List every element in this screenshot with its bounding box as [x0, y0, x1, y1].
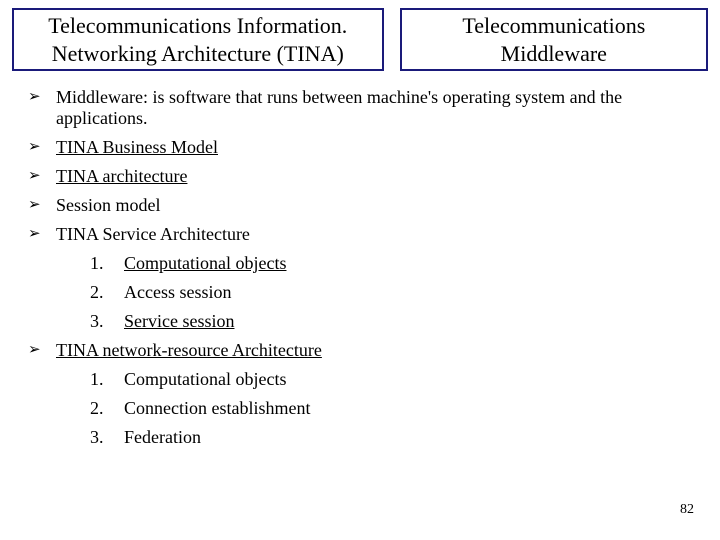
bullet-text: TINA Business Model	[56, 137, 692, 158]
bullet-item: ➢ TINA Service Architecture	[28, 224, 692, 245]
header-row: Telecommunications Information. Networki…	[0, 0, 720, 71]
bullet-text: TINA Service Architecture	[56, 224, 692, 245]
arrow-icon: ➢	[28, 166, 56, 187]
title-left-text: Telecommunications Information. Networki…	[48, 13, 347, 66]
bullet-text: TINA network-resource Architecture	[56, 340, 692, 361]
sub-item: 2. Access session	[90, 282, 692, 303]
bullet-item: ➢ Middleware: is software that runs betw…	[28, 87, 692, 129]
sub-num: 3.	[90, 311, 124, 332]
arrow-icon: ➢	[28, 87, 56, 129]
sublist-2: 1. Computational objects 2. Connection e…	[28, 369, 692, 448]
page-number: 82	[680, 502, 694, 518]
sub-text: Access session	[124, 282, 231, 303]
bullet-item: ➢ TINA architecture	[28, 166, 692, 187]
sub-item: 1. Computational objects	[90, 369, 692, 390]
bullet-item: ➢ TINA network-resource Architecture	[28, 340, 692, 361]
sublist-1: 1. Computational objects 2. Access sessi…	[28, 253, 692, 332]
bullet-item: ➢ TINA Business Model	[28, 137, 692, 158]
title-right-line1: Telecommunications	[462, 13, 645, 38]
title-right-box: Telecommunications Middleware	[400, 8, 708, 71]
sub-text: Service session	[124, 311, 234, 332]
arrow-icon: ➢	[28, 340, 56, 361]
sub-text: Federation	[124, 427, 201, 448]
bullet-item: ➢ Session model	[28, 195, 692, 216]
title-left-box: Telecommunications Information. Networki…	[12, 8, 384, 71]
sub-text: Connection establishment	[124, 398, 310, 419]
sub-num: 1.	[90, 369, 124, 390]
bullet-text: TINA architecture	[56, 166, 692, 187]
arrow-icon: ➢	[28, 195, 56, 216]
bullet-text: Middleware: is software that runs betwee…	[56, 87, 692, 129]
sub-text: Computational objects	[124, 253, 286, 274]
content: ➢ Middleware: is software that runs betw…	[0, 71, 720, 448]
sub-item: 1. Computational objects	[90, 253, 692, 274]
arrow-icon: ➢	[28, 137, 56, 158]
arrow-icon: ➢	[28, 224, 56, 245]
sub-num: 2.	[90, 398, 124, 419]
sub-num: 1.	[90, 253, 124, 274]
title-right-line2: Middleware	[501, 41, 607, 66]
sub-item: 3. Federation	[90, 427, 692, 448]
sub-num: 3.	[90, 427, 124, 448]
sub-item: 2. Connection establishment	[90, 398, 692, 419]
sub-item: 3. Service session	[90, 311, 692, 332]
bullet-text: Session model	[56, 195, 692, 216]
sub-num: 2.	[90, 282, 124, 303]
sub-text: Computational objects	[124, 369, 286, 390]
